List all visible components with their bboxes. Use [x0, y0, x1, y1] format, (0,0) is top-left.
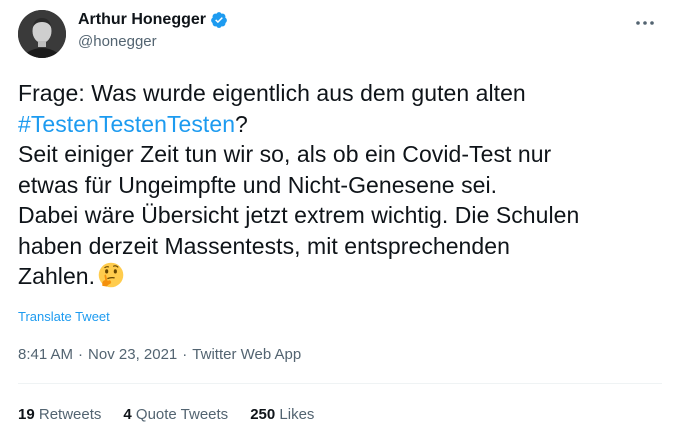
retweets-count: 19 — [18, 406, 35, 423]
tweet-line-1: Frage: Was wurde eigentlich aus dem gute… — [18, 80, 526, 106]
tweet-meta: 8:41 AM · Nov 23, 2021 · Twitter Web App — [18, 345, 301, 365]
quote-tweets-label: Quote Tweets — [135, 406, 229, 423]
retweets-label: Retweets — [38, 406, 102, 423]
author-handle[interactable]: @honegger — [78, 32, 157, 52]
meta-separator: · — [182, 346, 188, 363]
hashtag-link[interactable]: #TestenTestenTesten — [18, 111, 235, 137]
meta-separator: · — [78, 346, 84, 363]
likes-label: Likes — [279, 406, 315, 423]
author-name-row: Arthur Honegger — [78, 10, 228, 30]
quote-tweets-count: 4 — [123, 406, 132, 423]
retweets-stat[interactable]: 19 Retweets — [18, 405, 101, 425]
divider — [18, 383, 662, 384]
tweet-source[interactable]: Twitter Web App — [192, 345, 301, 365]
likes-stat[interactable]: 250 Likes — [250, 405, 314, 425]
tweet-text: Frage: Was wurde eigentlich aus dem gute… — [18, 78, 668, 292]
more-dots-icon — [636, 21, 654, 25]
avatar[interactable] — [18, 10, 66, 58]
tweet-time[interactable]: 8:41 AM — [18, 345, 73, 365]
more-options-button[interactable] — [630, 8, 660, 38]
thinking-face-icon — [98, 262, 124, 288]
author-display-name[interactable]: Arthur Honegger — [78, 10, 206, 30]
likes-count: 250 — [250, 406, 276, 423]
tweet-stats: 19 Retweets 4 Quote Tweets 250 Likes — [18, 405, 314, 425]
translate-tweet-link[interactable]: Translate Tweet — [18, 308, 110, 326]
quote-tweets-stat[interactable]: 4 Quote Tweets — [123, 405, 228, 425]
hashtag-suffix: ? — [235, 110, 248, 137]
verified-badge-icon — [210, 11, 228, 29]
tweet-date[interactable]: Nov 23, 2021 — [88, 345, 177, 365]
avatar-image — [18, 10, 66, 58]
